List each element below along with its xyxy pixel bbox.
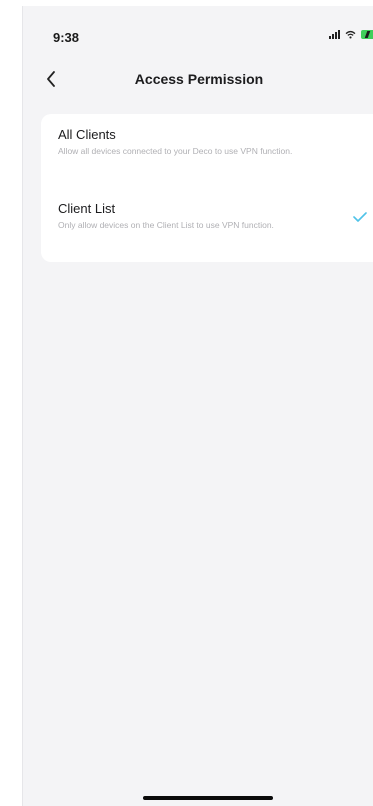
option-client-list[interactable]: Client List Only allow devices on the Cl… — [41, 188, 373, 262]
option-description: Allow all devices connected to your Deco… — [58, 146, 293, 156]
app-screen: 9:38 Access Permission All Clients Allow… — [22, 6, 373, 806]
status-icons — [329, 30, 373, 39]
battery-charging-icon — [361, 30, 373, 39]
navigation-bar: Access Permission — [23, 66, 373, 96]
checkmark-icon — [353, 212, 367, 222]
wifi-icon — [345, 30, 356, 39]
option-title: All Clients — [58, 127, 116, 142]
option-all-clients[interactable]: All Clients Allow all devices connected … — [41, 114, 373, 188]
page-title: Access Permission — [134, 71, 264, 87]
status-time: 9:38 — [53, 30, 80, 45]
cellular-signal-icon — [329, 30, 340, 39]
home-indicator[interactable] — [143, 796, 273, 800]
access-options-card: All Clients Allow all devices connected … — [41, 114, 373, 262]
option-title: Client List — [58, 201, 116, 216]
status-bar: 9:38 — [23, 6, 373, 56]
option-description: Only allow devices on the Client List to… — [58, 220, 274, 230]
